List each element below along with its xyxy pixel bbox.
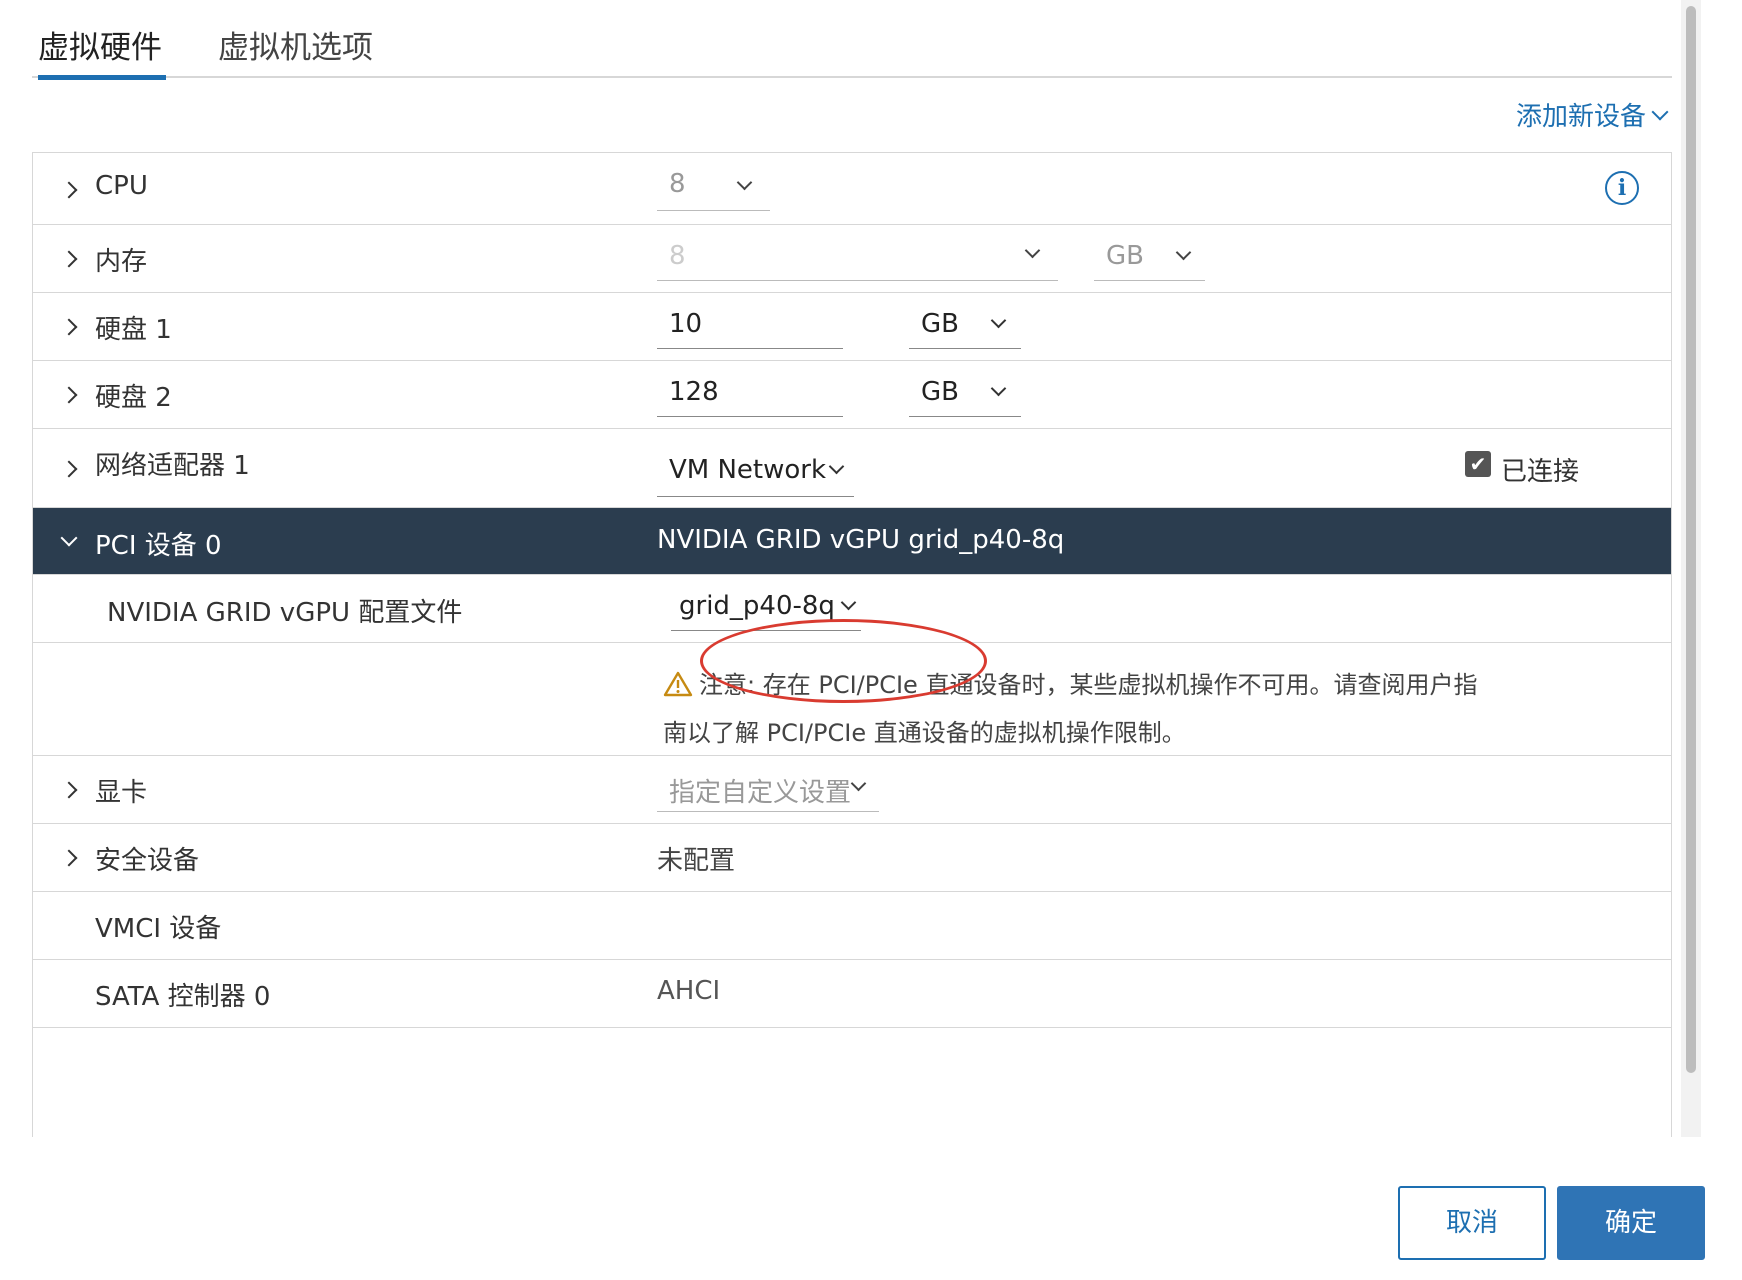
network-adapter-1-label: 网络适配器 1 [95, 451, 250, 481]
security-devices-label: 安全设备 [95, 846, 200, 876]
expand-chevron-icon[interactable] [60, 781, 78, 799]
cpu-value: 8 [669, 169, 686, 199]
row-hard-disk-2: 硬盘 2 128 GB [33, 361, 1671, 429]
row-sata-controller-0: SATA 控制器 0 AHCI [33, 960, 1671, 1028]
row-video-card: 显卡 指定自定义设置 [33, 756, 1671, 824]
chevron-down-icon [736, 174, 753, 191]
tab-vm-options[interactable]: 虚拟机选项 [218, 22, 373, 78]
expand-chevron-icon[interactable] [60, 849, 78, 867]
pci-device-0-value: NVIDIA GRID vGPU grid_p40-8q [657, 525, 1065, 555]
cancel-button[interactable]: 取消 [1398, 1186, 1546, 1260]
memory-unit-select[interactable]: GB [1094, 235, 1205, 281]
chevron-down-icon [990, 380, 1007, 397]
tab-bar: 虚拟硬件 虚拟机选项 [32, 0, 1672, 80]
tab-virtual-hardware[interactable]: 虚拟硬件 [38, 22, 166, 80]
hard-disk-1-unit: GB [921, 309, 959, 339]
info-icon[interactable]: i [1605, 171, 1639, 205]
chevron-down-icon [1651, 103, 1669, 120]
chevron-down-icon [1024, 242, 1041, 259]
add-new-device-button[interactable]: 添加新设备 [1515, 96, 1669, 133]
collapse-chevron-icon[interactable] [60, 529, 78, 547]
network-value: VM Network [669, 455, 827, 485]
expand-chevron-icon[interactable] [60, 318, 78, 336]
vmci-device-label: VMCI 设备 [95, 914, 222, 944]
hard-disk-1-unit-select[interactable]: GB [909, 303, 1021, 349]
expand-chevron-icon[interactable] [60, 250, 78, 268]
security-devices-value: 未配置 [657, 846, 736, 876]
memory-value: 8 [669, 241, 686, 271]
hard-disk-2-unit-select[interactable]: GB [909, 371, 1021, 417]
connected-checkbox[interactable]: ✔ [1465, 451, 1491, 477]
chevron-down-icon [990, 312, 1007, 329]
chevron-down-icon [828, 458, 845, 475]
hard-disk-2-label: 硬盘 2 [95, 383, 172, 413]
vgpu-profile-label: NVIDIA GRID vGPU 配置文件 [107, 598, 463, 628]
scrollbar[interactable] [1681, 0, 1701, 1137]
row-cpu: CPU 8 i [33, 153, 1671, 225]
row-hard-disk-1: 硬盘 1 10 GB [33, 293, 1671, 361]
video-card-select[interactable]: 指定自定义设置 [657, 766, 879, 812]
memory-label: 内存 [95, 247, 148, 277]
cpu-select[interactable]: 8 [657, 165, 770, 211]
expand-chevron-icon[interactable] [60, 181, 78, 199]
connected-label: 已连接 [1501, 457, 1580, 487]
warning-icon [663, 671, 693, 697]
sata-controller-0-label: SATA 控制器 0 [95, 982, 271, 1012]
cpu-label: CPU [95, 171, 148, 201]
video-card-label: 显卡 [95, 778, 148, 808]
add-new-device-label: 添加新设备 [1515, 102, 1646, 132]
video-card-value: 指定自定义设置 [669, 778, 852, 808]
highlight-oval [700, 619, 987, 703]
memory-input[interactable]: 8 [657, 235, 1058, 281]
memory-unit: GB [1106, 241, 1144, 271]
chevron-down-icon [840, 594, 857, 611]
row-pci-device-0[interactable]: PCI 设备 0 NVIDIA GRID vGPU grid_p40-8q [33, 508, 1671, 575]
pci-device-0-label: PCI 设备 0 [95, 531, 222, 561]
row-memory: 内存 8 GB [33, 225, 1671, 293]
hard-disk-1-size: 10 [669, 309, 703, 339]
ok-button[interactable]: 确定 [1557, 1186, 1705, 1260]
row-network-adapter-1: 网络适配器 1 VM Network ✔ 已连接 [33, 429, 1671, 508]
row-security-devices: 安全设备 未配置 [33, 824, 1671, 892]
hard-disk-2-unit: GB [921, 377, 959, 407]
hard-disk-2-size-input[interactable]: 128 [657, 371, 843, 417]
scrollbar-thumb[interactable] [1686, 6, 1696, 1073]
chevron-down-icon [850, 775, 867, 792]
hard-disk-1-size-input[interactable]: 10 [657, 303, 843, 349]
hard-disk-2-size: 128 [669, 377, 719, 407]
expand-chevron-icon[interactable] [60, 460, 78, 478]
vgpu-profile-value: grid_p40-8q [679, 591, 835, 621]
chevron-down-icon [1175, 244, 1192, 261]
sata-controller-0-value: AHCI [657, 976, 721, 1006]
row-vmci-device: VMCI 设备 [33, 892, 1671, 960]
hard-disk-1-label: 硬盘 1 [95, 315, 172, 345]
expand-chevron-icon[interactable] [60, 386, 78, 404]
network-select[interactable]: VM Network [657, 447, 854, 497]
